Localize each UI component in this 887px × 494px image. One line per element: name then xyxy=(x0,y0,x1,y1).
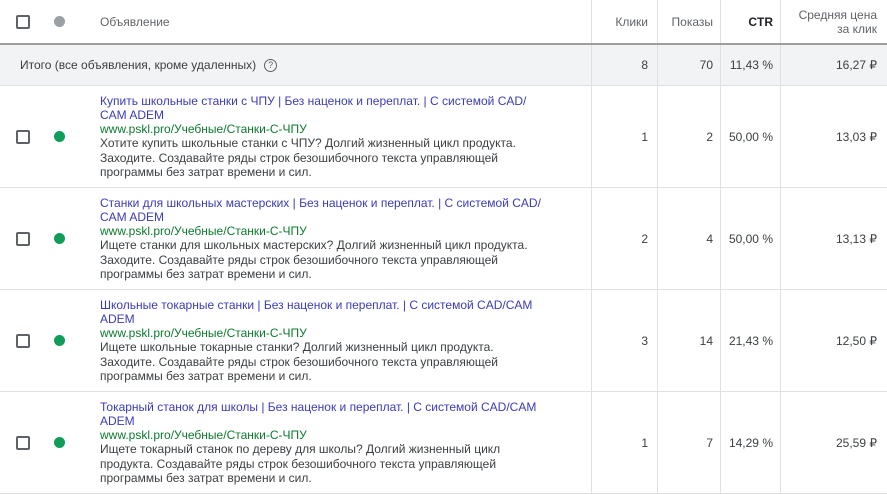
table-header: Объявление Клики Показы CTR Средняя цена… xyxy=(0,0,887,45)
column-header-impressions[interactable]: Показы xyxy=(658,0,721,43)
status-enabled-icon[interactable] xyxy=(53,437,65,448)
row-cpc-value: 13,03 ₽ xyxy=(836,129,877,144)
row-clicks: 1 xyxy=(592,392,658,493)
ad-preview: Станки для школьных мастерских | Без нац… xyxy=(72,188,592,289)
total-cpc-value: 16,27 ₽ xyxy=(836,58,877,72)
column-header-impressions-label: Показы xyxy=(671,14,713,29)
row-cpc: 13,03 ₽ xyxy=(781,86,887,187)
row-ctr-value: 50,00 % xyxy=(728,231,773,246)
row-impressions-value: 14 xyxy=(699,333,713,348)
column-header-ad-label: Объявление xyxy=(100,14,170,29)
ad-preview: Купить школьные станки с ЧПУ | Без нацен… xyxy=(72,86,592,187)
total-ctr: 11,43 % xyxy=(721,45,781,85)
row-clicks: 3 xyxy=(592,290,658,391)
ad-title-link[interactable]: Токарный станок для школы | Без наценок … xyxy=(100,400,550,428)
column-header-ad[interactable]: Объявление xyxy=(72,0,592,43)
row-cpc-value: 25,59 ₽ xyxy=(836,435,877,450)
row-status-cell xyxy=(46,86,72,187)
column-header-ctr-label: CTR xyxy=(748,14,773,29)
row-clicks-value: 1 xyxy=(641,129,648,144)
row-clicks-value: 1 xyxy=(641,435,648,450)
row-clicks-value: 3 xyxy=(641,333,648,348)
row-ctr: 50,00 % xyxy=(721,86,781,187)
ad-description: Ищете токарный станок по дереву для школ… xyxy=(100,442,501,485)
row-select-cell xyxy=(0,290,46,391)
total-row: Итого (все объявления, кроме удаленных) … xyxy=(0,45,887,86)
column-header-avg-cpc[interactable]: Средняя цена за клик xyxy=(781,0,887,43)
row-impressions-value: 4 xyxy=(706,231,713,246)
ad-preview: Школьные токарные станки | Без наценок и… xyxy=(72,290,592,391)
row-cpc: 13,13 ₽ xyxy=(781,188,887,289)
row-clicks: 2 xyxy=(592,188,658,289)
row-checkbox[interactable] xyxy=(16,231,30,246)
ad-title-link[interactable]: Станки для школьных мастерских | Без нац… xyxy=(100,196,550,224)
column-header-clicks[interactable]: Клики xyxy=(592,0,658,43)
avg-cpc-label-line2: за клик xyxy=(837,21,877,36)
column-header-clicks-label: Клики xyxy=(615,14,648,29)
status-header-cell xyxy=(46,0,72,43)
row-impressions: 2 xyxy=(658,86,721,187)
ad-display-url: www.pskl.pro/Учебные/Станки-С-ЧПУ xyxy=(100,428,307,442)
table-row: Токарный станок для школы | Без наценок … xyxy=(0,392,887,494)
row-impressions: 14 xyxy=(658,290,721,391)
ads-table: Объявление Клики Показы CTR Средняя цена… xyxy=(0,0,887,494)
row-cpc: 25,59 ₽ xyxy=(781,392,887,493)
row-ctr-value: 14,29 % xyxy=(728,435,773,450)
row-cpc-value: 12,50 ₽ xyxy=(836,333,877,348)
total-ctr-value: 11,43 % xyxy=(729,58,773,72)
select-all-cell xyxy=(0,0,46,43)
column-header-ctr[interactable]: CTR xyxy=(721,0,781,43)
total-impressions: 70 xyxy=(658,45,721,85)
row-status-cell xyxy=(46,290,72,391)
status-enabled-icon[interactable] xyxy=(53,335,65,346)
table-row: Школьные токарные станки | Без наценок и… xyxy=(0,290,887,392)
total-clicks-value: 8 xyxy=(641,58,648,72)
row-checkbox[interactable] xyxy=(16,333,30,348)
row-ctr-value: 50,00 % xyxy=(728,129,773,144)
total-spacer-3 xyxy=(72,45,592,85)
row-ctr: 21,43 % xyxy=(721,290,781,391)
row-checkbox[interactable] xyxy=(16,129,30,144)
ad-display-url: www.pskl.pro/Учебные/Станки-С-ЧПУ xyxy=(100,122,307,136)
ad-description: Хотите купить школьные станки с ЧПУ? Дол… xyxy=(100,136,516,179)
ad-description: Ищете станки для школьных мастерских? До… xyxy=(100,238,528,281)
row-select-cell xyxy=(0,86,46,187)
row-ctr: 50,00 % xyxy=(721,188,781,289)
ad-display-url: www.pskl.pro/Учебные/Станки-С-ЧПУ xyxy=(100,224,307,238)
row-impressions-value: 2 xyxy=(706,129,713,144)
row-ctr-value: 21,43 % xyxy=(728,333,773,348)
status-header-icon[interactable] xyxy=(53,16,65,27)
row-select-cell xyxy=(0,392,46,493)
total-clicks: 8 xyxy=(592,45,658,85)
ad-title-link[interactable]: Школьные токарные станки | Без наценок и… xyxy=(100,298,550,326)
row-clicks-value: 2 xyxy=(641,231,648,246)
total-cpc: 16,27 ₽ xyxy=(781,45,887,85)
table-row: Купить школьные станки с ЧПУ | Без нацен… xyxy=(0,86,887,188)
total-spacer-1 xyxy=(0,45,46,85)
ad-description: Ищете школьные токарные станки? Долгий ж… xyxy=(100,340,498,383)
ad-display-url: www.pskl.pro/Учебные/Станки-С-ЧПУ xyxy=(100,326,307,340)
row-ctr: 14,29 % xyxy=(721,392,781,493)
ad-preview: Токарный станок для школы | Без наценок … xyxy=(72,392,592,493)
ad-title-link[interactable]: Купить школьные станки с ЧПУ | Без нацен… xyxy=(100,94,550,122)
status-enabled-icon[interactable] xyxy=(53,131,65,142)
column-header-avg-cpc-label: Средняя цена за клик xyxy=(799,8,877,36)
row-status-cell xyxy=(46,188,72,289)
row-cpc: 12,50 ₽ xyxy=(781,290,887,391)
row-impressions: 4 xyxy=(658,188,721,289)
row-impressions: 7 xyxy=(658,392,721,493)
table-row: Станки для школьных мастерских | Без нац… xyxy=(0,188,887,290)
avg-cpc-label-line1: Средняя цена xyxy=(798,7,877,22)
row-clicks: 1 xyxy=(592,86,658,187)
row-select-cell xyxy=(0,188,46,289)
total-impressions-value: 70 xyxy=(699,58,713,72)
select-all-checkbox[interactable] xyxy=(16,14,30,29)
row-checkbox[interactable] xyxy=(16,435,30,450)
status-enabled-icon[interactable] xyxy=(53,233,65,244)
row-impressions-value: 7 xyxy=(706,435,713,450)
row-cpc-value: 13,13 ₽ xyxy=(836,231,877,246)
row-status-cell xyxy=(46,392,72,493)
total-spacer-2 xyxy=(46,45,72,85)
